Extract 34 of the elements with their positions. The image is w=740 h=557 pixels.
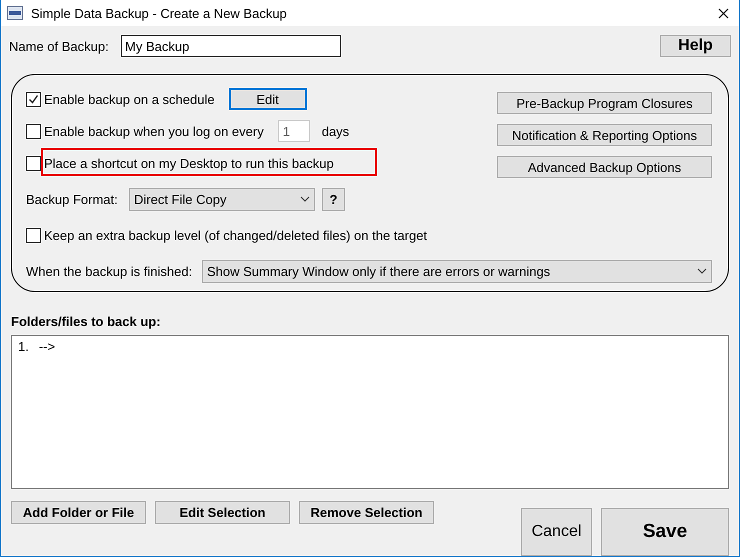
- chevron-icon: [300, 196, 310, 202]
- window-title: Simple Data Backup - Create a New Backup: [31, 6, 288, 20]
- field-label: Backup Format:: [26, 192, 119, 206]
- cancel-button[interactable]: Cancel: [521, 508, 592, 556]
- checkbox[interactable]: [26, 124, 41, 138]
- checkbox[interactable]: [26, 228, 41, 242]
- section-label: Folders/files to back up:: [11, 314, 162, 329]
- help-button[interactable]: ?: [322, 188, 345, 210]
- list-item[interactable]: -->: [38, 339, 56, 354]
- format-dropdown[interactable]: Direct File Copy: [129, 188, 315, 210]
- list-button[interactable]: Remove Selection: [299, 501, 434, 524]
- checkbox[interactable]: [26, 156, 41, 170]
- help-button[interactable]: Help: [660, 35, 731, 57]
- name-input[interactable]: My Backup: [121, 35, 341, 57]
- save-button[interactable]: Save: [601, 508, 729, 556]
- app-icon: [7, 6, 23, 20]
- checkbox[interactable]: [26, 92, 41, 106]
- checkbox-label: Enable backup when you log on every: [44, 124, 264, 138]
- chevron-icon: [697, 268, 707, 274]
- option-button[interactable]: Notification & Reporting Options: [497, 124, 712, 146]
- checkbox-label: Enable backup on a schedule: [44, 92, 215, 106]
- checkbox-label: Place a shortcut on my Desktop to run this backup: [44, 156, 334, 170]
- item-number: 1.: [18, 339, 29, 354]
- field-label: Name of Backup:: [9, 38, 110, 54]
- days-input[interactable]: 1: [278, 120, 310, 142]
- option-button[interactable]: Advanced Backup Options: [497, 156, 712, 178]
- field-label: When the backup is finished:: [26, 264, 194, 278]
- list-button[interactable]: Edit Selection: [155, 501, 290, 524]
- finish-dropdown[interactable]: Show Summary Window only if there are errors or warnings: [202, 260, 712, 282]
- unit-label: days: [322, 124, 350, 138]
- checkbox-label: Keep an extra backup level (of changed/deleted files) on the target: [44, 228, 428, 242]
- edit-button[interactable]: Edit: [228, 88, 307, 110]
- list-button[interactable]: Add Folder or File: [11, 501, 146, 524]
- option-button[interactable]: Pre-Backup Program Closures: [497, 92, 712, 114]
